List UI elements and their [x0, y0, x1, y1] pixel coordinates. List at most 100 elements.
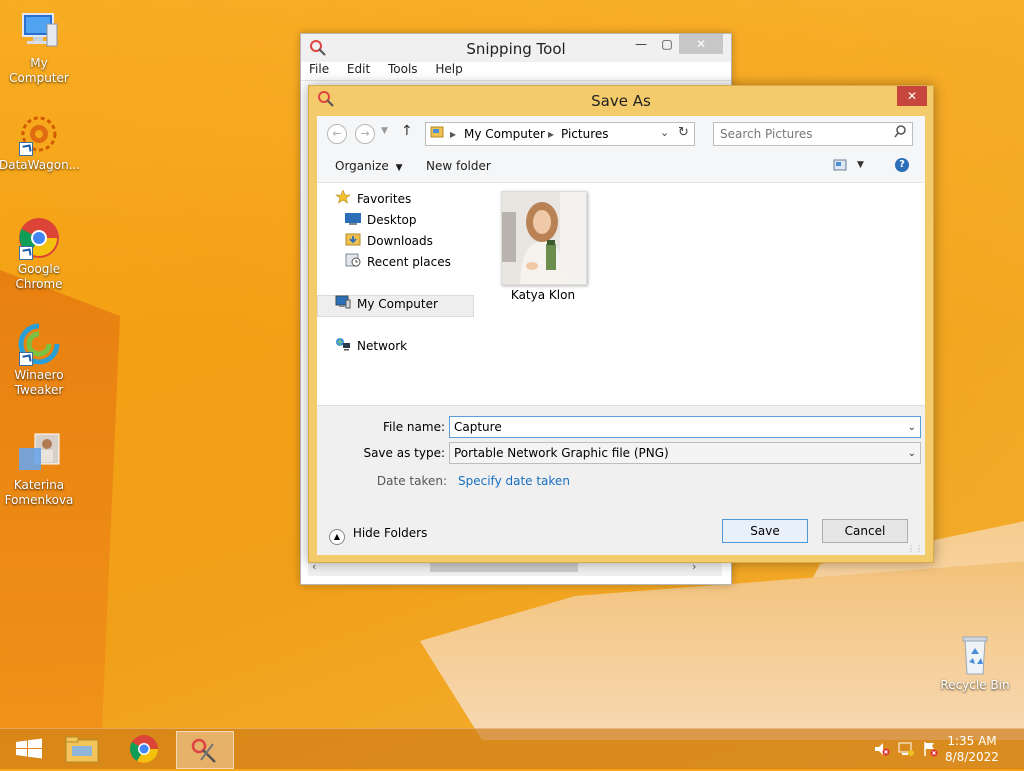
organize-label: Organize: [335, 159, 389, 173]
network-icon: [335, 337, 351, 351]
system-clock[interactable]: 1:35 AM 8/8/2022: [942, 733, 1002, 765]
maximize-button[interactable]: ▢: [653, 34, 681, 54]
file-thumbnail-katya-klon[interactable]: [501, 191, 587, 285]
refresh-icon[interactable]: ↻: [678, 125, 689, 140]
photo-thumbnail-image: [502, 192, 586, 284]
computer-icon: [17, 10, 61, 54]
nav-item-desktop[interactable]: Desktop: [345, 210, 417, 230]
save-as-titlebar[interactable]: Save As ✕: [309, 86, 933, 114]
save-form: File name: Capture ⌄ Save as type: Porta…: [317, 405, 925, 555]
nav-item-my-computer[interactable]: My Computer: [335, 294, 438, 314]
close-button[interactable]: ✕: [679, 34, 723, 54]
nav-item-network[interactable]: Network: [335, 336, 407, 356]
minimize-button[interactable]: —: [627, 34, 655, 54]
scroll-thumb[interactable]: [430, 563, 578, 572]
nav-item-downloads[interactable]: Downloads: [345, 231, 433, 251]
desktop-icon-label: DataWagon...: [0, 158, 81, 172]
address-dropdown-icon[interactable]: ⌄: [660, 126, 669, 139]
nav-label: Downloads: [367, 234, 433, 248]
menu-tools[interactable]: Tools: [388, 62, 418, 76]
desktop-icon-recycle-bin[interactable]: Recycle Bin: [935, 632, 1015, 693]
desktop-icon-label: Winaero Tweaker: [14, 368, 64, 397]
menu-edit[interactable]: Edit: [347, 62, 370, 76]
command-bar: Organize ▼ New folder ▼ ?: [317, 150, 925, 183]
desktop-icon-my-computer[interactable]: My Computer: [0, 10, 79, 86]
resize-grip-icon[interactable]: ⋮⋮: [907, 544, 923, 553]
search-icon[interactable]: [894, 125, 906, 142]
desktop-folder-icon: [345, 211, 361, 225]
desktop-icon-label: Recycle Bin: [940, 678, 1010, 692]
navigation-pane: Favorites Desktop Downloads Recent place…: [317, 183, 477, 405]
search-box[interactable]: Search Pictures: [713, 122, 913, 146]
network-status-icon[interactable]: [898, 741, 914, 757]
new-folder-button[interactable]: New folder: [426, 159, 491, 173]
save-button[interactable]: Save: [722, 519, 808, 543]
shortcut-arrow-icon: [19, 352, 33, 366]
winaero-icon: [17, 322, 61, 366]
volume-muted-icon[interactable]: [874, 741, 890, 757]
file-explorer-taskbar-button[interactable]: [54, 731, 110, 767]
nav-label: Favorites: [357, 192, 412, 206]
file-name-value: Capture: [454, 420, 502, 434]
star-icon: [335, 189, 351, 204]
chrome-taskbar-button[interactable]: [116, 731, 172, 767]
nav-item-recent-places[interactable]: Recent places: [345, 252, 451, 272]
save-as-title: Save As: [591, 92, 651, 110]
hide-folders-button[interactable]: ▲ Hide Folders: [329, 526, 427, 545]
view-dropdown-icon[interactable]: ▼: [857, 160, 864, 170]
forward-button[interactable]: →: [355, 124, 375, 144]
breadcrumb-separator-icon: ▸: [548, 127, 555, 141]
breadcrumb-separator-icon: ▸: [450, 127, 457, 141]
hide-folders-label: Hide Folders: [352, 526, 428, 540]
chevron-down-icon: ▼: [395, 163, 403, 173]
windows-logo-icon: [16, 738, 42, 759]
desktop-icon-winaero-tweaker[interactable]: Winaero Tweaker: [0, 322, 79, 398]
save-as-type-label: Save as type:: [363, 446, 445, 460]
scissors-icon: [191, 738, 216, 763]
snipping-tool-titlebar[interactable]: Snipping Tool — ▢ ✕: [301, 34, 731, 62]
recent-places-icon: [345, 253, 361, 267]
action-center-flag-icon[interactable]: [922, 741, 938, 757]
breadcrumb-my-computer[interactable]: My Computer: [464, 127, 545, 141]
desktop-icon-google-chrome[interactable]: Google Chrome: [0, 216, 79, 292]
taskbar: 1:35 AM 8/8/2022: [0, 728, 1024, 769]
menu-help[interactable]: Help: [435, 62, 462, 76]
breadcrumb-pictures[interactable]: Pictures: [561, 127, 609, 141]
help-icon[interactable]: ?: [895, 158, 909, 172]
snipping-tool-taskbar-button[interactable]: [176, 731, 234, 769]
save-as-type-select[interactable]: Portable Network Graphic file (PNG) ⌄: [449, 442, 921, 464]
file-name-label: File name:: [383, 420, 445, 434]
clock-time: 1:35 AM: [947, 734, 997, 748]
desktop-icon-datawagon[interactable]: DataWagon...: [0, 112, 81, 173]
desktop-icon-label: My Computer: [9, 56, 69, 85]
chrome-icon: [130, 735, 158, 763]
up-button[interactable]: ↑: [401, 123, 413, 139]
view-options-icon[interactable]: [833, 159, 847, 174]
computer-icon: [335, 295, 351, 309]
start-button[interactable]: [2, 731, 58, 767]
file-name-input[interactable]: Capture ⌄: [449, 416, 921, 438]
nav-item-favorites[interactable]: Favorites: [335, 189, 411, 209]
chevron-down-icon[interactable]: ⌄: [908, 443, 916, 464]
shortcut-arrow-icon: [19, 142, 33, 156]
nav-label: My Computer: [357, 297, 438, 311]
file-name-label: Katya Klon: [510, 288, 576, 302]
computer-folder-icon: [430, 125, 444, 142]
dialog-close-button[interactable]: ✕: [897, 86, 927, 106]
nav-label: Desktop: [367, 213, 417, 227]
chevron-down-icon[interactable]: ⌄: [908, 417, 916, 438]
menu-file[interactable]: File: [309, 62, 329, 76]
back-button[interactable]: ←: [327, 124, 347, 144]
date-taken-label: Date taken:: [376, 474, 447, 488]
specify-date-taken-link[interactable]: Specify date taken: [458, 474, 570, 488]
desktop-icon-label: Katerina Fomenkova: [4, 478, 74, 507]
folder-icon: [65, 736, 99, 763]
recent-locations-dropdown-icon[interactable]: ▼: [381, 126, 388, 136]
address-bar[interactable]: ▸ My Computer ▸ Pictures ⌄ ↻: [425, 122, 695, 146]
chevron-up-icon: ▲: [329, 529, 345, 545]
desktop-icon-katerina-fomenkova[interactable]: Katerina Fomenkova: [0, 432, 79, 508]
organize-button[interactable]: Organize ▼: [335, 159, 403, 173]
save-as-dialog: Save As ✕ ← → ▼ ↑ ▸ My Computer ▸ Pictur…: [308, 85, 934, 563]
nav-label: Recent places: [367, 255, 451, 269]
cancel-button[interactable]: Cancel: [822, 519, 908, 543]
